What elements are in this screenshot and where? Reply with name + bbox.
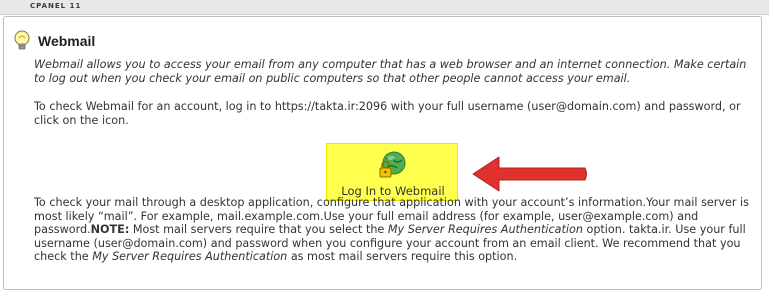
top-bar: CPANEL 11: [0, 0, 769, 15]
desktop-info-part4: as most mail servers require this option…: [287, 250, 518, 263]
webmail-globe-lock-icon: [377, 150, 409, 180]
webmail-panel: Webmail Webmail allows you to access you…: [3, 16, 762, 290]
desktop-client-info: To check your mail through a desktop app…: [34, 196, 754, 264]
lightbulb-icon: [12, 30, 32, 52]
intro-text: Webmail allows you to access your email …: [34, 58, 747, 85]
section-header: Webmail: [12, 30, 95, 52]
option-name-2: My Server Requires Authentication: [92, 250, 288, 263]
desktop-info-part2: Most mail servers require that you selec…: [129, 223, 388, 236]
red-arrow-icon: [469, 152, 589, 196]
note-label: NOTE:: [90, 223, 130, 236]
cpanel-brand: CPANEL 11: [30, 2, 82, 10]
login-webmail-button[interactable]: Log In to Webmail: [326, 143, 458, 201]
instructions-text: To check Webmail for an account, log in …: [34, 100, 741, 127]
section-title: Webmail: [38, 33, 96, 49]
option-name: My Server Requires Authentication: [387, 223, 583, 236]
